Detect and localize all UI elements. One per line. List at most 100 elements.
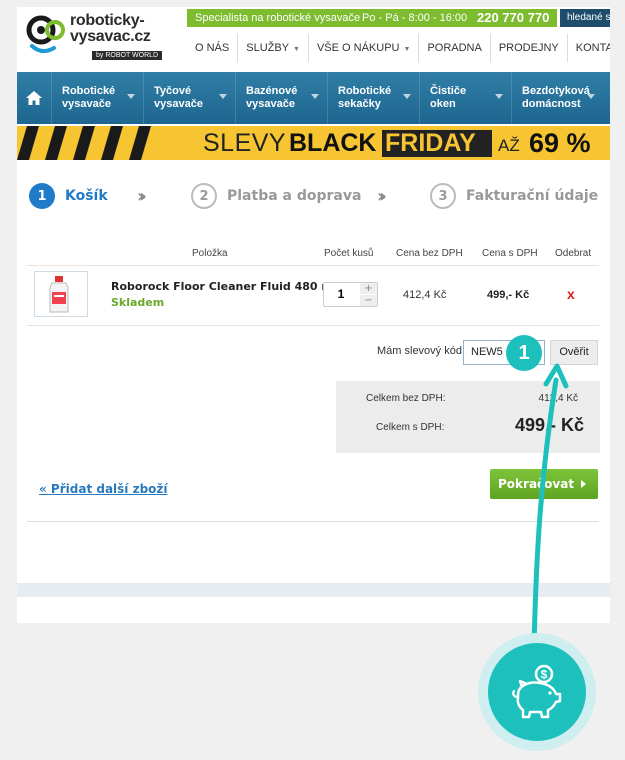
col-header-price-inc: Cena s DPH — [482, 248, 538, 259]
step-label: Platba a doprava — [227, 188, 362, 204]
logo-line-1: roboticky- — [70, 12, 145, 29]
black-friday-banner[interactable]: SLEVY BLACK FRIDAY AŽ 69 % — [17, 126, 610, 160]
price-inc-vat: 499,- Kč — [487, 289, 530, 301]
step-label: Košík — [65, 188, 108, 204]
site-logo[interactable]: roboticky- vysavac.cz by ROBOT WORLD — [26, 11, 186, 65]
totals-box: Celkem bez DPH: 412,4 Kč Celkem s DPH: 4… — [336, 381, 600, 453]
cat-line: vysavače — [154, 98, 203, 110]
step-chevron-icon: ›› — [137, 186, 147, 207]
continue-label: Pokračovat — [498, 477, 575, 491]
total-ex-vat-value: 412,4 Kč — [538, 393, 578, 404]
step-label: Fakturační údaje — [466, 188, 599, 204]
coin-symbol: $ — [541, 668, 548, 682]
nav-label: PRODEJNY — [498, 42, 559, 54]
top-navigation: O NÁS SLUŽBY ▼ VŠE O NÁKUPU ▼ PORADNA PROD… — [187, 34, 610, 62]
quantity-plus-button[interactable]: + — [360, 283, 377, 294]
nav-item-kontakt[interactable]: KONTAKT — [568, 34, 610, 62]
cat-line: Čističe — [430, 85, 467, 97]
piggy-bank-drawing: $ — [512, 664, 562, 719]
category-window-cleaners[interactable]: Čističe oken — [419, 72, 511, 124]
piggy-bank-icon: $ — [488, 643, 586, 741]
category-touchless-home[interactable]: Bezdotyková domácnost — [511, 72, 603, 124]
category-robotic-mowers[interactable]: Robotické sekačky — [327, 72, 419, 124]
continue-button[interactable]: Pokračovat — [490, 469, 598, 499]
product-name[interactable]: Roborock Floor Cleaner Fluid 480 ml — [111, 280, 337, 293]
nav-item-poradna[interactable]: PORADNA — [419, 34, 491, 62]
cat-line: domácnost — [522, 98, 581, 110]
nav-label: VŠE O NÁKUPU — [316, 42, 400, 54]
cat-line: vysavače — [62, 98, 111, 110]
divider — [27, 521, 599, 522]
verify-coupon-button[interactable]: Ověřit — [550, 340, 598, 365]
phone-number[interactable]: 220 770 770 — [477, 9, 549, 27]
dropdown-icon — [127, 94, 135, 99]
price-ex-vat: 412,4 Kč — [403, 289, 447, 301]
stock-status: Skladem — [111, 296, 165, 309]
remove-item-button[interactable]: x — [567, 286, 575, 302]
category-stick-vacuums[interactable]: Tyčové vysavače — [143, 72, 235, 124]
nav-label: PORADNA — [427, 42, 482, 54]
total-ex-vat-label: Celkem bez DPH: — [366, 393, 446, 404]
col-header-item: Položka — [192, 248, 228, 259]
cat-line: sekačky — [338, 98, 381, 110]
cat-line: Robotické — [62, 85, 116, 97]
dropdown-icon — [587, 94, 595, 99]
nav-item-o-nas[interactable]: O NÁS — [187, 34, 239, 62]
banner-black: BLACK — [289, 129, 377, 157]
info-bar: Specialista na robotické vysavače Po - P… — [187, 9, 557, 27]
banner-percent: 69 % — [529, 128, 591, 158]
nav-item-sluzby[interactable]: SLUŽBY ▼ — [238, 34, 309, 62]
add-more-products-link[interactable]: « Přidat další zboží — [39, 482, 168, 496]
banner-friday: FRIDAY — [382, 130, 492, 157]
coupon-label: Mám slevový kód — [377, 345, 462, 357]
nav-item-prodejny[interactable]: PRODEJNY — [491, 34, 568, 62]
banner-slevy: SLEVY — [203, 129, 287, 157]
col-header-remove: Odebrat — [555, 248, 592, 259]
divider — [27, 325, 599, 326]
cat-line: Tyčové — [154, 85, 192, 97]
dropdown-icon — [403, 94, 411, 99]
search-field[interactable]: hledané s — [560, 9, 610, 27]
logo-text: roboticky- vysavac.cz — [70, 13, 151, 45]
caret-down-icon: ▼ — [293, 46, 300, 53]
nav-label: SLUŽBY — [246, 42, 290, 54]
step-cart[interactable]: 1 Košík — [29, 183, 108, 209]
total-inc-vat-value: 499,- Kč — [514, 415, 584, 435]
step-number: 3 — [430, 183, 456, 209]
step-number: 2 — [191, 183, 217, 209]
step-billing-info[interactable]: 3 Fakturační údaje — [430, 183, 598, 209]
home-button[interactable] — [17, 72, 51, 124]
cat-line: vysavače — [246, 98, 295, 110]
cat-line: Bazénové — [246, 85, 298, 97]
specialist-text: Specialista na robotické vysavače — [195, 12, 361, 24]
home-icon — [26, 91, 42, 105]
step-number: 1 — [29, 183, 55, 209]
category-robotic-vacuums[interactable]: Robotické vysavače — [51, 72, 143, 124]
caret-down-icon: ▼ — [403, 46, 411, 53]
cat-line: Bezdotyková — [522, 85, 590, 97]
banner-az: AŽ — [498, 136, 520, 155]
step-payment-shipping[interactable]: 2 Platba a doprava — [191, 183, 361, 209]
annotation-badge: 1 — [506, 335, 542, 371]
hazard-stripes-icon — [17, 126, 151, 160]
cat-line: oken — [430, 98, 456, 110]
arrow-right-icon — [581, 480, 586, 488]
dropdown-icon — [311, 94, 319, 99]
nav-label: KONTAKT — [575, 42, 610, 54]
logo-subtitle: by ROBOT WORLD — [92, 51, 163, 60]
quantity-stepper: 1 + − — [323, 282, 378, 307]
nav-item-vse-o-nakupu[interactable]: VŠE O NÁKUPU ▼ — [309, 34, 420, 62]
bottle-icon — [49, 276, 69, 313]
col-header-price-ex: Cena bez DPH — [396, 248, 463, 259]
divider — [27, 265, 599, 266]
quantity-minus-button[interactable]: − — [360, 295, 377, 306]
opening-hours: Po - Pá - 8:00 - 16:00 — [362, 12, 468, 24]
shop-page: roboticky- vysavac.cz by ROBOT WORLD Spe… — [17, 7, 610, 623]
total-inc-vat-label: Celkem s DPH: — [376, 422, 445, 433]
category-pool-vacuums[interactable]: Bazénové vysavače — [235, 72, 327, 124]
logo-mark-icon — [26, 15, 65, 53]
cat-line: Robotické — [338, 85, 392, 97]
product-thumbnail[interactable] — [34, 271, 88, 317]
category-bar: Robotické vysavače Tyčové vysavače Bazénov… — [17, 72, 610, 124]
quantity-input[interactable]: 1 — [324, 283, 358, 306]
